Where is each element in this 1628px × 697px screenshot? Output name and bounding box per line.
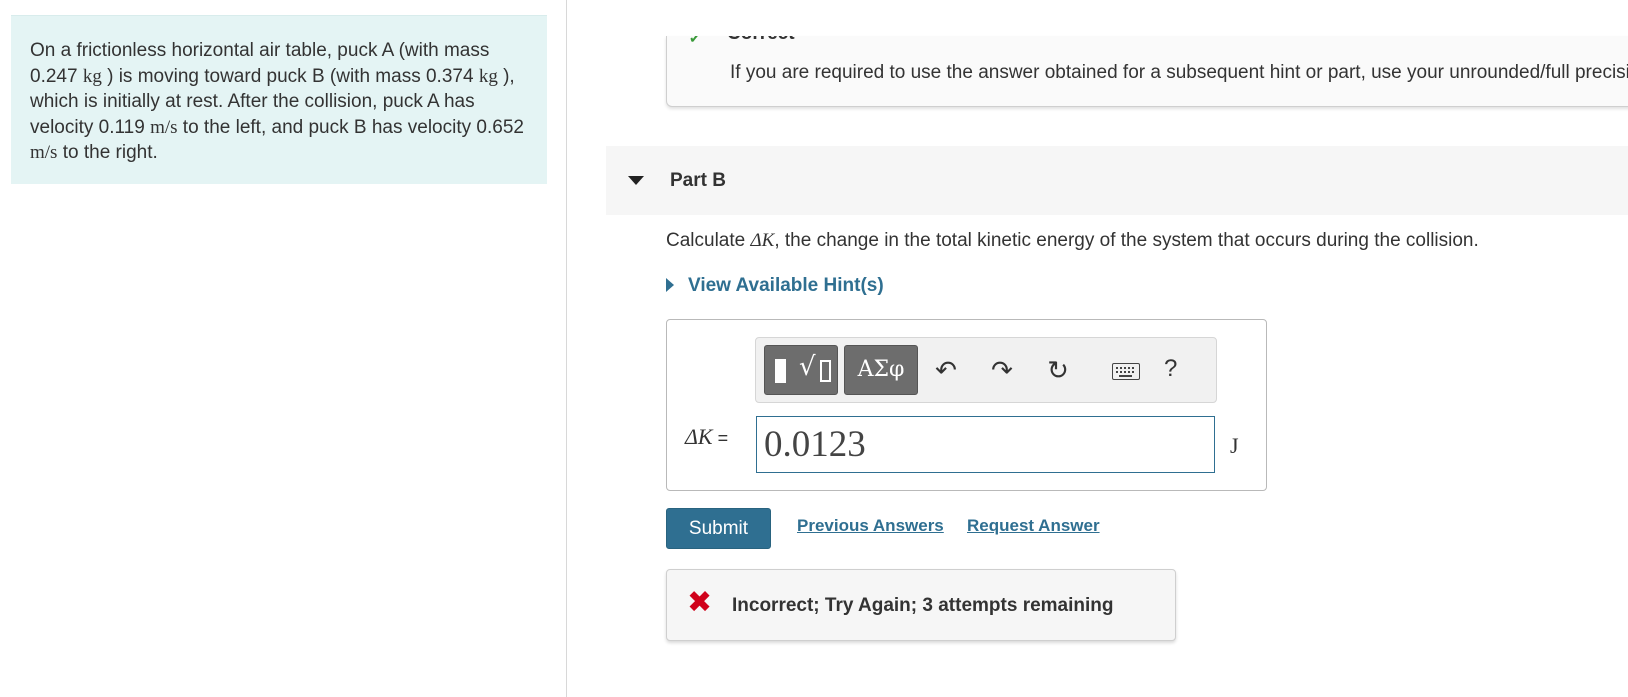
help-icon[interactable]: ? xyxy=(1164,355,1177,383)
greek-symbols-button[interactable]: ΑΣφ xyxy=(844,345,918,395)
previous-answers-link[interactable]: Previous Answers xyxy=(797,516,944,536)
previous-status: Correct xyxy=(727,36,795,45)
error-x-icon: ✖ xyxy=(687,585,713,620)
math-toolbar: √ ΑΣφ ↶ ↷ ↻ ? xyxy=(755,337,1217,403)
expand-caret-icon xyxy=(666,278,674,292)
question-text: Calculate ΔK, the change in the total ki… xyxy=(666,230,1479,251)
box-icon xyxy=(820,360,831,382)
check-icon: ✔ xyxy=(689,36,701,46)
problem-text: On a frictionless horizontal air table, … xyxy=(30,40,524,163)
block-icon xyxy=(775,359,786,383)
redo-icon[interactable]: ↷ xyxy=(984,354,1020,388)
previous-part-feedback: ✔ Correct If you are required to use the… xyxy=(666,36,1628,107)
sqrt-icon: √ xyxy=(799,352,816,382)
templates-button[interactable]: √ xyxy=(764,345,838,395)
view-hints-link[interactable]: View Available Hint(s) xyxy=(666,275,884,297)
unit-label: J xyxy=(1230,433,1239,458)
request-answer-link[interactable]: Request Answer xyxy=(967,516,1100,536)
part-b-header[interactable]: Part B xyxy=(606,146,1628,215)
feedback-text: Incorrect; Try Again; 3 attempts remaini… xyxy=(732,595,1114,616)
reset-icon[interactable]: ↻ xyxy=(1040,354,1076,388)
submit-button[interactable]: Submit xyxy=(666,508,771,549)
part-title: Part B xyxy=(670,170,726,191)
answer-box: √ ΑΣφ ↶ ↷ ↻ ? ΔK = 0.0123 J xyxy=(666,319,1267,491)
answer-label: ΔK = xyxy=(685,424,729,449)
collapse-caret-icon[interactable] xyxy=(628,176,644,185)
undo-icon[interactable]: ↶ xyxy=(928,354,964,388)
delta-k-symbol: ΔK xyxy=(750,230,775,251)
keyboard-icon[interactable] xyxy=(1112,363,1140,380)
previous-note: If you are required to use the answer ob… xyxy=(730,62,1628,83)
hints-label: View Available Hint(s) xyxy=(688,275,884,296)
problem-panel: On a frictionless horizontal air table, … xyxy=(11,15,547,184)
answer-input[interactable]: 0.0123 xyxy=(756,416,1215,473)
incorrect-feedback: ✖ Incorrect; Try Again; 3 attempts remai… xyxy=(666,569,1176,641)
column-divider xyxy=(566,0,567,697)
